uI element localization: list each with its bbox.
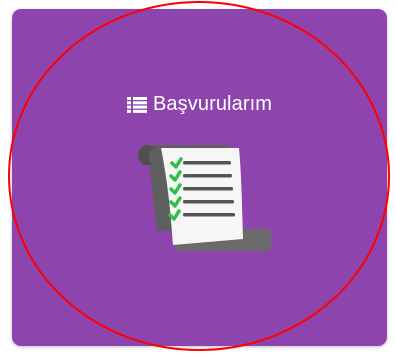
checklist-scroll-icon bbox=[131, 139, 281, 259]
tile-title: Başvurularım bbox=[152, 92, 272, 115]
screenshot-stage: Başvurularım bbox=[0, 0, 395, 361]
list-icon bbox=[126, 96, 147, 113]
tile-header: Başvurularım bbox=[12, 89, 387, 119]
applications-tile[interactable]: Başvurularım bbox=[12, 9, 387, 346]
